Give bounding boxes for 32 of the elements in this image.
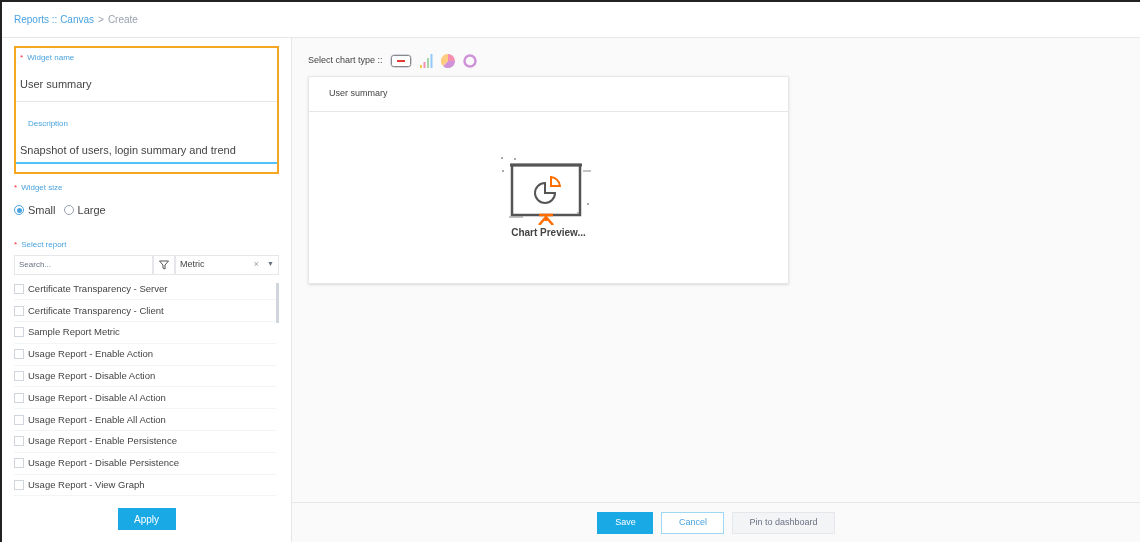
report-list-item[interactable]: Usage Report - Enable Persistence <box>14 431 276 453</box>
donut-chart-icon <box>462 54 477 68</box>
field-label: * Select report <box>14 238 68 251</box>
report-list-item[interactable]: Usage Report - Disable Persistence <box>14 452 276 475</box>
chart-type-option[interactable] <box>440 54 455 68</box>
field-label: * Widget size <box>14 182 64 194</box>
number-tile-icon <box>390 55 411 67</box>
preview-title: User summary <box>329 87 388 101</box>
bar-chart-icon <box>418 54 433 68</box>
size-radio[interactable]: Large <box>63 202 106 219</box>
filter-icon[interactable] <box>153 254 175 275</box>
widget-name-field[interactable]: * Widget name User summary <box>16 48 277 102</box>
breadcrumb-separator: > <box>98 13 104 27</box>
size-radio[interactable]: Small <box>14 202 56 219</box>
chart-type-option[interactable] <box>462 54 477 68</box>
report-list-item[interactable]: Sample Report Metric <box>14 322 276 344</box>
report-list-item[interactable]: Certificate Transparency - Server <box>14 278 276 301</box>
preview-caption: Chart Preview... <box>511 226 586 240</box>
search-field[interactable]: Search... <box>14 254 153 275</box>
description-field[interactable]: Description Snapshot of users, login summary and trend <box>16 101 277 164</box>
pie-chart-icon <box>440 54 455 68</box>
report-list-item[interactable]: Certificate Transparency - Client <box>14 300 276 323</box>
report-list-item[interactable]: Usage Report - Disable Action <box>14 365 276 388</box>
report-list-item[interactable]: Usage Report - Enable Action <box>14 343 276 366</box>
report-list-item[interactable]: Usage Report - View Graph <box>14 474 276 497</box>
chart-type-option[interactable] <box>418 54 433 68</box>
chart-type-label: Select chart type :: <box>308 54 383 68</box>
breadcrumb-current: Create <box>107 13 138 27</box>
chart-type-option[interactable] <box>390 55 411 67</box>
scrollbar-thumb[interactable] <box>276 282 279 323</box>
report-list-item[interactable]: Usage Report - Disable Al Action <box>14 387 276 410</box>
report-list-item[interactable]: Usage Report - Enable All Action <box>14 409 276 432</box>
